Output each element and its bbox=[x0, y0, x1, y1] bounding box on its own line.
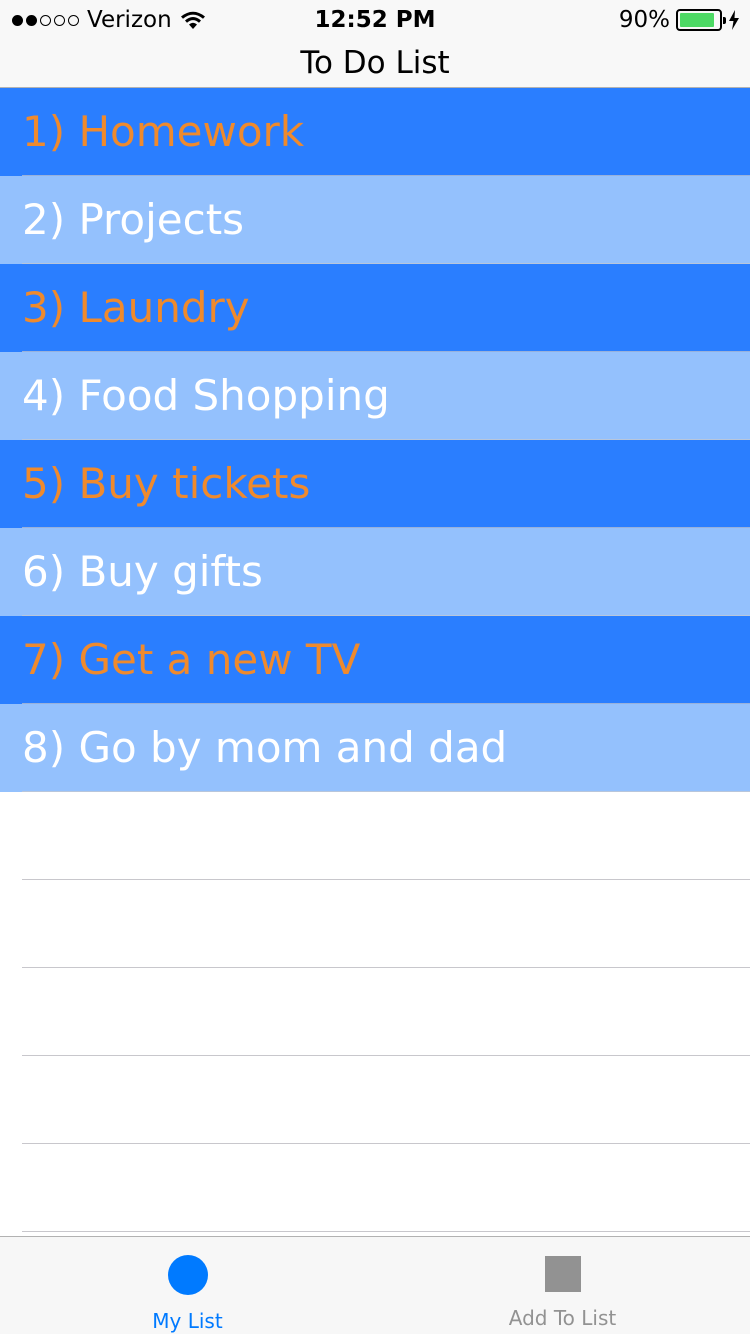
tab-label: Add To List bbox=[508, 1306, 617, 1330]
battery-percent: 90% bbox=[618, 7, 670, 33]
todo-item-label: 6) Buy gifts bbox=[22, 547, 263, 596]
todo-item[interactable]: 8) Go by mom and dad bbox=[0, 704, 750, 792]
page-title: To Do List bbox=[300, 45, 450, 81]
tab-label: My List bbox=[152, 1309, 223, 1333]
todo-item[interactable]: 2) Projects bbox=[0, 176, 750, 264]
square-icon bbox=[544, 1256, 581, 1292]
tab-add-to-list[interactable]: Add To List bbox=[375, 1237, 750, 1334]
battery-icon bbox=[676, 9, 726, 31]
todo-item-label: 8) Go by mom and dad bbox=[22, 723, 508, 772]
todo-item-label: 4) Food Shopping bbox=[22, 371, 390, 420]
tab-my-list[interactable]: My List bbox=[0, 1237, 375, 1334]
app-screen: Verizon 12:52 PM 90% To Do List 1) Homew… bbox=[0, 0, 750, 1334]
todo-item[interactable]: 5) Buy tickets bbox=[0, 440, 750, 528]
empty-row bbox=[0, 1056, 750, 1144]
todo-item-label: 1) Homework bbox=[22, 107, 305, 156]
status-bar: Verizon 12:52 PM 90% bbox=[0, 0, 750, 40]
todo-item[interactable]: 3) Laundry bbox=[0, 264, 750, 352]
charging-bolt-icon bbox=[729, 10, 739, 30]
todo-item-label: 3) Laundry bbox=[22, 283, 250, 332]
top-bar: Verizon 12:52 PM 90% To Do List bbox=[0, 0, 750, 88]
todo-item-label: 7) Get a new TV bbox=[22, 635, 361, 684]
battery-tip bbox=[723, 17, 726, 24]
todo-item[interactable]: 7) Get a new TV bbox=[0, 616, 750, 704]
empty-row bbox=[0, 1144, 750, 1232]
todo-item-label: 2) Projects bbox=[22, 195, 245, 244]
empty-row bbox=[0, 880, 750, 968]
battery-fill bbox=[680, 13, 715, 27]
todo-item[interactable]: 6) Buy gifts bbox=[0, 528, 750, 616]
empty-row bbox=[0, 968, 750, 1056]
status-right: 90% bbox=[619, 6, 740, 34]
todo-item[interactable]: 1) Homework bbox=[0, 88, 750, 176]
tab-bar: My List Add To List bbox=[0, 1236, 750, 1334]
todo-item[interactable]: 4) Food Shopping bbox=[0, 352, 750, 440]
todo-item-label: 5) Buy tickets bbox=[22, 459, 311, 508]
todo-list: 1) Homework 2) Projects 3) Laundry 4) Fo… bbox=[0, 88, 750, 1232]
circle-icon bbox=[167, 1255, 208, 1295]
empty-row bbox=[0, 792, 750, 880]
